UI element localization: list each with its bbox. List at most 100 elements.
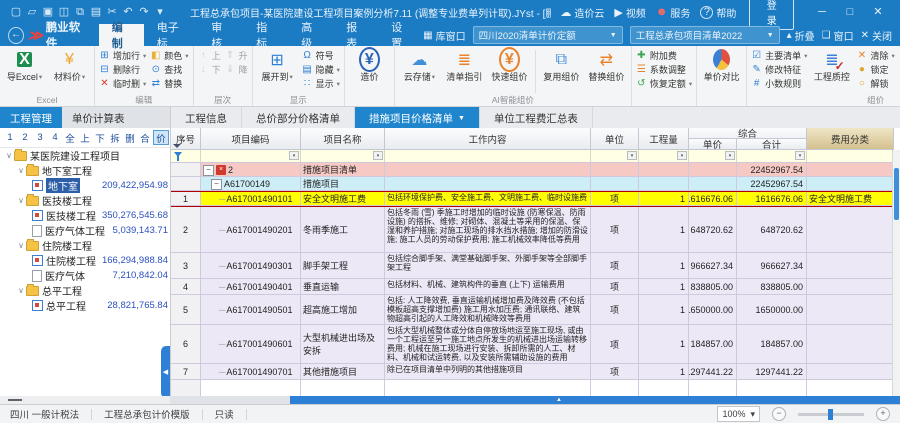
filter-cell-seq[interactable] — [171, 150, 201, 162]
ribbon-button-颜色[interactable]: ◧颜色▾ — [150, 49, 188, 62]
column-header-unit[interactable]: 单位 — [591, 128, 639, 150]
redo-icon[interactable]: ↷ — [136, 0, 152, 24]
tree-toolbar-button-全[interactable]: 全 — [63, 131, 77, 144]
ribbon-tab-6[interactable]: 报表 — [333, 24, 378, 46]
titlebar-link-help[interactable]: ?帮助 — [700, 5, 736, 20]
ribbon-button-增加行[interactable]: ⊞增加行▾ — [99, 49, 146, 62]
ribbon-button-造价[interactable]: ¥造价 — [349, 48, 390, 84]
template-dropdown[interactable]: 工程总承包项目清单2022▼ — [630, 26, 780, 44]
ribbon-tab-5[interactable]: 高级 — [288, 24, 333, 46]
table-row[interactable]: 1─A617001490101安全文明施工费包括环境保护费、安全施工费、文明施工… — [171, 191, 894, 207]
collapse-chevron-icon[interactable]: ∨ — [4, 151, 14, 160]
tree-toolbar-button-删[interactable]: 删 — [123, 131, 137, 144]
ribbon-button-单价对比[interactable]: 单价对比 — [701, 48, 742, 84]
column-header-category[interactable]: 费用分类 — [807, 128, 894, 150]
ribbon-button-隐藏[interactable]: ▤隐藏▾ — [302, 63, 340, 76]
ribbon-tab-7[interactable]: 设置 — [378, 24, 423, 46]
collapse-chevron-icon[interactable]: ∨ — [16, 196, 26, 205]
filter-cell-name[interactable]: ▾ — [301, 150, 385, 162]
close-button[interactable]: ✕ — [864, 0, 892, 24]
ribbon-tab-3[interactable]: 审核 — [198, 24, 243, 46]
tree-toolbar-button-2[interactable]: 2 — [18, 131, 32, 144]
ribbon-button-锁定[interactable]: ●锁定 — [856, 63, 894, 76]
collapse-icon[interactable]: − — [203, 165, 214, 176]
panel-collapse-handle[interactable]: ◀ — [161, 346, 170, 396]
horizontal-scrollbar[interactable]: ▲ — [170, 396, 900, 404]
main-tab-3[interactable]: 措施项目价格清单▼ — [355, 107, 480, 129]
ribbon-button-主要清单[interactable]: ☑主要清单▾ — [751, 49, 807, 62]
pane-expand-button[interactable]: ▲ — [545, 396, 573, 404]
ribbon-button-解锁[interactable]: ○解锁 — [856, 77, 894, 90]
ribbon-button-清除[interactable]: ✕清除▾ — [856, 49, 894, 62]
main-tab-4[interactable]: 单位工程费汇总表 — [480, 107, 593, 129]
filter-cell-content[interactable] — [385, 150, 591, 162]
filter-dropdown-icon[interactable]: ▾ — [627, 151, 637, 160]
collapse-chevron-icon[interactable]: ∨ — [16, 286, 26, 295]
lib-window-button[interactable]: ▦库窗口 — [423, 28, 465, 43]
column-header-seq[interactable]: 序号 — [171, 128, 201, 150]
filter-cell-code[interactable]: ▾ — [201, 150, 301, 162]
tree-item[interactable]: ∨地下室工程 — [0, 163, 170, 178]
splitter-handle[interactable] — [8, 399, 22, 401]
panel-tab-2[interactable]: 单价计算表 — [62, 107, 135, 129]
titlebar-link-cost-cloud[interactable]: ☁造价云 — [560, 5, 604, 20]
filter-cell-price[interactable]: ▾ — [689, 150, 737, 162]
new-file-icon[interactable]: ▢ — [8, 0, 24, 24]
tree-item[interactable]: 地下室209,422,954.98 — [0, 178, 170, 193]
tree-toolbar-button-下[interactable]: 下 — [93, 131, 107, 144]
zoom-slider-thumb[interactable] — [828, 409, 833, 420]
window-button[interactable]: ❏窗口 — [822, 28, 854, 43]
ribbon-button-替换组价[interactable]: ⇄替换组价 — [586, 48, 627, 84]
ribbon-button-工程质控[interactable]: ≣工程质控 — [811, 48, 852, 84]
filter-dropdown-icon[interactable]: ▾ — [795, 151, 805, 160]
table-row[interactable] — [171, 380, 894, 396]
ribbon-button-临时删[interactable]: ✕临时删▾ — [99, 77, 146, 90]
tree-toolbar-button-4[interactable]: 4 — [48, 131, 62, 144]
ribbon-button-升[interactable]: ⇑升 — [225, 49, 248, 62]
column-header-code[interactable]: 项目编码 — [201, 128, 301, 150]
zoom-slider[interactable] — [798, 413, 864, 416]
column-header-price[interactable]: 单价 — [689, 139, 737, 150]
titlebar-link-video[interactable]: ▶视频 — [614, 5, 645, 20]
zoom-select[interactable]: 100%▾ — [717, 406, 760, 422]
ribbon-button-查找[interactable]: ⊙查找 — [150, 63, 188, 76]
filter-cell-category[interactable] — [807, 150, 894, 162]
quota-dropdown[interactable]: 四川2020清单计价定额▼ — [473, 26, 623, 44]
tree-toolbar-button-拆[interactable]: 拆 — [108, 131, 122, 144]
tree-toolbar-button-上[interactable]: 上 — [78, 131, 92, 144]
ribbon-button-降[interactable]: ⇓降 — [225, 63, 248, 76]
column-header-total[interactable]: 合计 — [737, 139, 807, 150]
table-row[interactable]: 7─A617001490701其他措施项目除已在项目清单中列明的其他措施项目项1… — [171, 364, 894, 380]
ribbon-button-删除行[interactable]: ⊟删除行 — [99, 63, 146, 76]
tree-item[interactable]: 医疗气体7,210,842.04 — [0, 268, 170, 283]
back-icon[interactable]: ← — [8, 27, 24, 44]
minimize-button[interactable]: ─ — [808, 0, 836, 24]
filter-dropdown-icon[interactable]: ▾ — [677, 151, 687, 160]
vertical-scrollbar[interactable] — [892, 150, 900, 396]
tree-toolbar-button-1[interactable]: 1 — [3, 131, 17, 144]
paste-icon[interactable]: ▤ — [88, 0, 104, 24]
tree-item[interactable]: 医技楼工程350,276,545.68 — [0, 208, 170, 223]
ribbon-tab-2[interactable]: 电子标 — [144, 24, 199, 46]
ribbon-button-清单指引[interactable]: ≣清单指引 — [444, 48, 485, 84]
vertical-scrollbar-thumb[interactable] — [894, 168, 899, 220]
zoom-in-button[interactable]: + — [876, 407, 890, 421]
tree-item[interactable]: ∨总平工程 — [0, 283, 170, 298]
ribbon-tab-1[interactable]: 编制 — [99, 24, 144, 46]
ribbon-tab-4[interactable]: 指标 — [243, 24, 288, 46]
panel-tab-1[interactable]: 工程管理 — [0, 107, 62, 129]
ribbon-button-上[interactable]: ↑上 — [198, 49, 221, 62]
ribbon-button-材料价[interactable]: ¥材料价▾ — [49, 48, 90, 84]
filter-dropdown-icon[interactable]: ▾ — [289, 151, 299, 160]
tree-item[interactable]: ∨医技楼工程 — [0, 193, 170, 208]
filter-cell-unit[interactable]: ▾ — [591, 150, 639, 162]
collapse-chevron-icon[interactable]: ∨ — [16, 241, 26, 250]
ribbon-button-系数调整[interactable]: ☰系数调整 — [636, 63, 692, 76]
table-row[interactable]: 2─A617001490201冬雨季施工包括冬雨 (雪) 季施工时增加的临时设施… — [171, 207, 894, 253]
ribbon-button-修改特征[interactable]: ✎修改特征 — [751, 63, 807, 76]
table-row[interactable]: 3─A617001490301脚手架工程包括综合脚手架、满堂基础脚手架、外脚手架… — [171, 253, 894, 279]
ribbon-button-导Excel[interactable]: X导Excel▾ — [4, 48, 45, 84]
ribbon-button-显示[interactable]: ∷显示▾ — [302, 77, 340, 90]
close-project-button[interactable]: ✕关闭 — [861, 28, 892, 43]
horizontal-scrollbar-thumb[interactable] — [290, 396, 900, 404]
